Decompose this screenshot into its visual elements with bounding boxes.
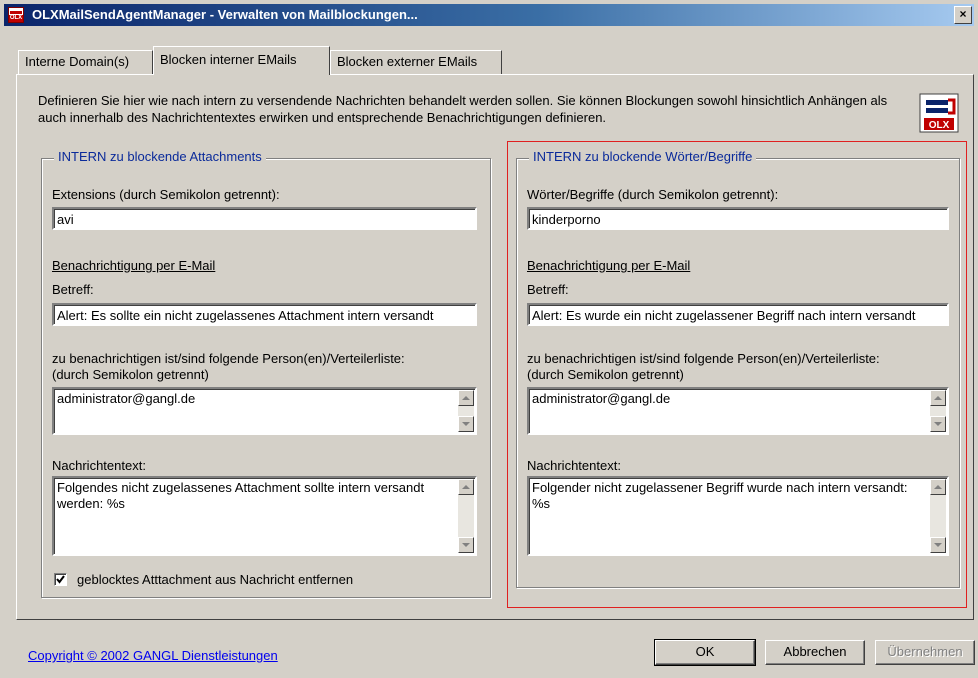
apply-button[interactable]: Übernehmen [875,640,975,665]
attachments-message-label: Nachrichtentext: [52,458,146,473]
extensions-label: Extensions (durch Semikolon getrennt): [52,187,280,202]
words-recipients-label: zu benachrichtigen ist/sind folgende Per… [527,351,880,366]
dialog-window: OLX OLXMailSendAgentManager - Verwalten … [0,0,978,678]
description-text: Definieren Sie hier wie nach intern zu v… [38,93,888,125]
words-recipients-scrollbar[interactable] [930,390,946,432]
attachments-message-scrollbar[interactable] [458,479,474,553]
checkmark-icon [56,575,65,584]
scroll-up-icon[interactable] [458,390,474,406]
attachments-recipients-value: administrator@gangl.de [57,391,196,406]
app-icon: OLX [8,7,24,23]
scroll-down-icon[interactable] [458,416,474,432]
words-recipients-hint: (durch Semikolon getrennt) [527,367,684,382]
attachments-message-value: Folgendes nicht zugelassenes Attachment … [57,480,425,511]
words-recipients-memo[interactable]: administrator@gangl.de [527,387,949,435]
words-input[interactable]: kinderporno [527,207,949,230]
close-icon[interactable]: × [954,6,972,24]
title-bar[interactable]: OLX OLXMailSendAgentManager - Verwalten … [4,4,974,26]
scroll-up-icon[interactable] [930,479,946,495]
olx-logo-icon: OLX [919,93,959,133]
words-message-memo[interactable]: Folgender nicht zugelassener Begriff wur… [527,476,949,556]
attachments-subject-input[interactable]: Alert: Es sollte ein nicht zugelassenes … [52,303,477,326]
scroll-up-icon[interactable] [930,390,946,406]
window-title: OLXMailSendAgentManager - Verwalten von … [32,7,418,22]
words-notify-heading: Benachrichtigung per E-Mail [527,258,691,273]
tab-interne-domains[interactable]: Interne Domain(s) [18,50,153,74]
words-subject-input[interactable]: Alert: Es wurde ein nicht zugelassener B… [527,303,949,326]
words-subject-label: Betreff: [527,282,569,297]
attachments-recipients-memo[interactable]: administrator@gangl.de [52,387,477,435]
scroll-up-icon[interactable] [458,479,474,495]
words-recipients-value: administrator@gangl.de [532,391,671,406]
words-message-label: Nachrichtentext: [527,458,621,473]
words-message-scrollbar[interactable] [930,479,946,553]
attachments-recipients-scrollbar[interactable] [458,390,474,432]
copyright-link[interactable]: Copyright © 2002 GANGL Dienstleistungen [28,648,278,663]
attachments-subject-label: Betreff: [52,282,94,297]
tab-blocken-interner-emails[interactable]: Blocken interner EMails [153,46,330,75]
attachments-recipients-label: zu benachrichtigen ist/sind folgende Per… [52,351,405,366]
scroll-down-icon[interactable] [930,537,946,553]
attachments-recipients-hint: (durch Semikolon getrennt) [52,367,209,382]
scroll-down-icon[interactable] [930,416,946,432]
logo-text: OLX [929,120,950,131]
words-label: Wörter/Begriffe (durch Semikolon getrenn… [527,187,779,202]
ok-button[interactable]: OK [654,639,756,666]
remove-attachment-checkbox[interactable] [54,573,67,586]
tab-blocken-externer-emails[interactable]: Blocken externer EMails [330,50,502,74]
words-group-title: INTERN zu blockende Wörter/Begriffe [529,149,757,164]
extensions-input[interactable]: avi [52,207,477,230]
remove-attachment-label[interactable]: geblocktes Atttachment aus Nachricht ent… [77,572,353,587]
cancel-button[interactable]: Abbrechen [765,640,865,665]
attachments-notify-heading: Benachrichtigung per E-Mail [52,258,216,273]
scroll-down-icon[interactable] [458,537,474,553]
words-message-value: Folgender nicht zugelassener Begriff wur… [532,480,908,511]
attachments-message-memo[interactable]: Folgendes nicht zugelassenes Attachment … [52,476,477,556]
attachments-group-title: INTERN zu blockende Attachments [54,149,266,164]
